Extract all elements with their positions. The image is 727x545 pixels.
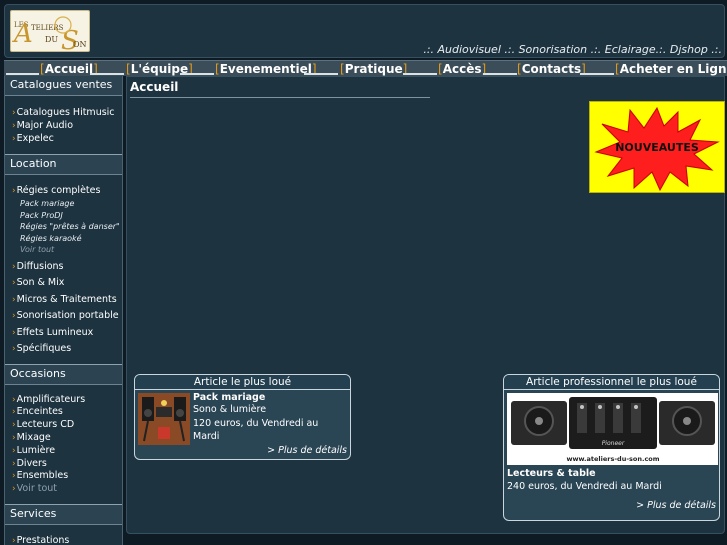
- svg-text:ON: ON: [73, 40, 87, 49]
- header: LES A TELIERS DU S ON .:. Audiovisuel .:…: [4, 4, 725, 58]
- nav-acces[interactable]: [Accès]: [438, 61, 486, 77]
- pioneer-brand-label: Pioneer: [602, 440, 625, 447]
- nav-separator: [580, 73, 614, 75]
- sidebar-item-diffusions[interactable]: ›Diffusions: [12, 259, 122, 276]
- nav-separator: [180, 73, 214, 75]
- card-product-price: 120 euros, du Vendredi au Mardi: [193, 417, 319, 443]
- sidebar-item-lumiere[interactable]: ›Lumière: [12, 445, 122, 458]
- card-header: Article le plus loué: [135, 375, 350, 390]
- nav-acheter-en-ligne[interactable]: [Acheter en Ligne]: [615, 61, 727, 77]
- sidebar-item-major-audio[interactable]: ›Major Audio: [12, 120, 122, 133]
- sidebar-item-micros-traitements[interactable]: ›Micros & Traitements: [12, 292, 122, 309]
- sidebar-heading-catalogues: Catalogues ventes: [5, 76, 122, 96]
- sidebar-item-hitmusic[interactable]: ›Catalogues Hitmusic: [12, 107, 122, 120]
- image-caption: www.ateliers-du-son.com: [566, 455, 659, 463]
- nav-separator: [483, 73, 517, 75]
- sidebar-item-expelec[interactable]: ›Expelec: [12, 133, 122, 146]
- sidebar-sub-regies-pretes-a-danser[interactable]: Régies "prêtes à danser": [12, 221, 122, 233]
- services-list: ›Prestations: [5, 525, 122, 545]
- nav-separator: [6, 73, 39, 75]
- svg-text:A: A: [12, 19, 33, 49]
- site-tagline: .:. Audiovisuel .:. Sonorisation .:. Ecl…: [423, 43, 722, 56]
- card-product-subtitle: Sono & lumière: [193, 404, 267, 415]
- sidebar-item-enceintes[interactable]: ›Enceintes: [12, 406, 122, 419]
- title-divider: [130, 97, 430, 98]
- sidebar-item-prestations[interactable]: ›Prestations: [12, 535, 122, 545]
- sidebar-heading-occasions: Occasions: [5, 364, 122, 385]
- nav-pratique[interactable]: [Pratique]: [340, 61, 407, 77]
- card-thumbnail[interactable]: [138, 393, 190, 445]
- sidebar-item-effets-lumineux[interactable]: ›Effets Lumineux: [12, 325, 122, 342]
- sidebar-heading-location: Location: [5, 155, 122, 176]
- logo-text-top: TELIERS: [31, 24, 64, 32]
- location-list: ›Régies complètes Pack mariage Pack ProD…: [5, 175, 122, 361]
- sidebar-item-lecteurs-cd[interactable]: ›Lecteurs CD: [12, 419, 122, 432]
- card-more-link[interactable]: > Plus de détails: [507, 500, 716, 511]
- nav-separator: [403, 73, 437, 75]
- main-content: Accueil NOUVEAUTES Article le plus loué: [126, 76, 725, 534]
- sidebar-item-son-mix[interactable]: ›Son & Mix: [12, 275, 122, 292]
- card-thumbnail[interactable]: Pioneer www.ateliers-du-son.com: [507, 393, 718, 465]
- sidebar-item-mixage[interactable]: ›Mixage: [12, 432, 122, 445]
- site-logo[interactable]: LES A TELIERS DU S ON: [10, 10, 90, 52]
- sidebar-sub-pack-mariage[interactable]: Pack mariage: [12, 198, 122, 210]
- sidebar-item-ensembles[interactable]: ›Ensembles: [12, 470, 122, 483]
- card-product-price: 240 euros, du Vendredi au Mardi: [507, 481, 662, 492]
- main-nav: [Accueil] [L'équipe] [Evenementiel] [Pra…: [4, 60, 727, 76]
- sidebar-sub-voir-tout[interactable]: Voir tout: [12, 244, 122, 256]
- card-header: Article professionnel le plus loué: [504, 375, 719, 390]
- occasions-list: ›Amplificateurs ›Enceintes ›Lecteurs CD …: [5, 385, 122, 500]
- sidebar-item-voir-tout[interactable]: ›Voir tout: [12, 483, 122, 496]
- nav-separator: [90, 73, 124, 75]
- sidebar: Catalogues ventes ›Catalogues Hitmusic ›…: [4, 76, 123, 545]
- sidebar-item-regies-completes[interactable]: ›Régies complètes: [12, 185, 122, 198]
- card-product-title[interactable]: Pack mariage: [193, 392, 347, 403]
- sidebar-item-specifiques[interactable]: ›Spécifiques: [12, 341, 122, 358]
- sidebar-heading-services: Services: [5, 505, 122, 526]
- card-product-title[interactable]: Lecteurs & table: [507, 468, 716, 479]
- sidebar-sub-regies-karaoke[interactable]: Régies karaoké: [12, 233, 122, 245]
- sidebar-item-sonorisation-portable[interactable]: ›Sonorisation portable: [12, 308, 122, 325]
- sidebar-item-amplificateurs[interactable]: ›Amplificateurs: [12, 394, 122, 407]
- nav-evenementiel[interactable]: [Evenementiel]: [215, 61, 317, 77]
- page-title: Accueil: [130, 80, 179, 94]
- card-more-link[interactable]: > Plus de détails: [193, 445, 347, 456]
- nouveautes-label: NOUVEAUTES: [615, 141, 699, 154]
- sidebar-item-divers[interactable]: ›Divers: [12, 458, 122, 471]
- nav-separator: [304, 73, 338, 75]
- sidebar-sub-pack-prodj[interactable]: Pack ProDJ: [12, 210, 122, 222]
- nav-contacts[interactable]: [Contacts]: [517, 61, 586, 77]
- nouveautes-banner[interactable]: NOUVEAUTES: [589, 101, 725, 193]
- catalogues-list: ›Catalogues Hitmusic ›Major Audio ›Expel…: [5, 96, 122, 149]
- most-rented-card[interactable]: Article le plus loué Pack mariage Sono &…: [134, 374, 351, 460]
- pro-most-rented-card[interactable]: Article professionnel le plus loué Pione…: [503, 374, 720, 521]
- svg-text:DU: DU: [45, 35, 58, 44]
